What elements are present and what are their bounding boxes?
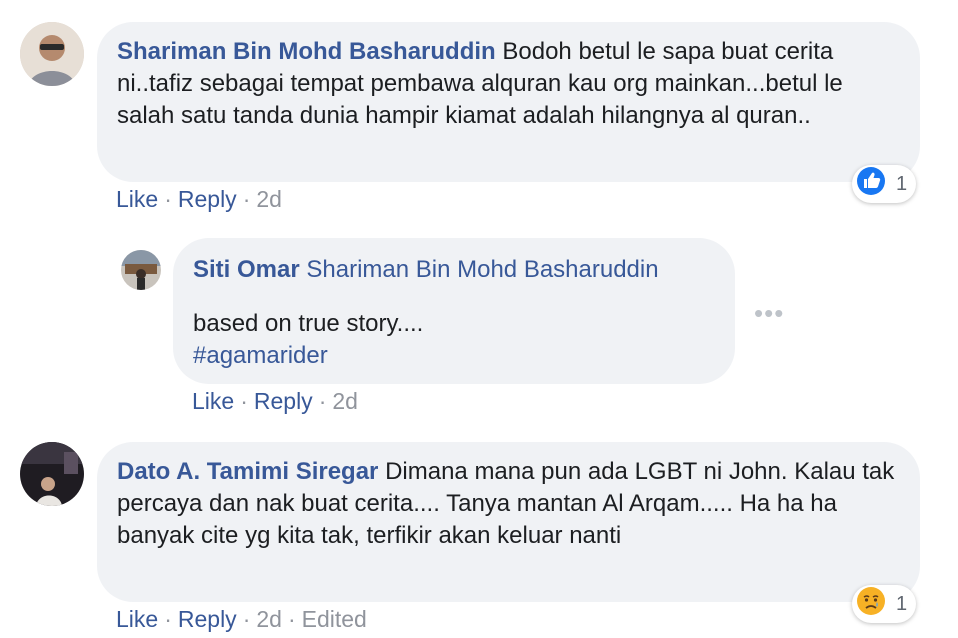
comment-author[interactable]: Shariman Bin Mohd Basharuddin (117, 38, 496, 65)
comment-author[interactable]: Dato A. Tamimi Siregar (117, 458, 378, 485)
sad-emoji-icon (856, 586, 886, 622)
reaction-summary[interactable]: 1 (852, 165, 916, 203)
mention-link[interactable]: Shariman Bin Mohd Basharuddin (306, 256, 658, 283)
comment-actions: Like · Reply · 2d (192, 388, 358, 414)
person-photo-icon (20, 22, 84, 86)
comment-text: based on true story.... (193, 310, 424, 337)
comment-bubble: Dato A. Tamimi Siregar Dimana mana pun a… (97, 442, 920, 602)
avatar[interactable] (20, 22, 84, 86)
edited-label[interactable]: Edited (302, 606, 367, 632)
like-link[interactable]: Like (116, 606, 158, 632)
avatar[interactable] (121, 250, 161, 290)
like-link[interactable]: Like (192, 388, 234, 414)
like-link[interactable]: Like (116, 186, 158, 212)
comment-timestamp[interactable]: 2d (332, 388, 358, 414)
comment-bubble: Siti Omar Shariman Bin Mohd Basharuddin … (173, 238, 735, 384)
reaction-count: 1 (896, 592, 908, 615)
hashtag-link[interactable]: #agamarider (193, 340, 715, 372)
more-options-icon[interactable]: ••• (754, 298, 784, 329)
comment-author[interactable]: Siti Omar (193, 256, 300, 283)
comment-bubble: Shariman Bin Mohd Basharuddin Bodoh betu… (97, 22, 920, 182)
person-photo-icon (20, 442, 84, 506)
comment-timestamp[interactable]: 2d (256, 186, 282, 212)
comment-actions: Like · Reply · 2d (116, 186, 282, 212)
avatar[interactable] (20, 442, 84, 506)
reply-link[interactable]: Reply (178, 606, 237, 632)
reaction-count: 1 (896, 172, 908, 195)
reaction-summary[interactable]: 1 (852, 585, 916, 623)
comment-timestamp[interactable]: 2d (256, 606, 282, 632)
reply-link[interactable]: Reply (178, 186, 237, 212)
reply-link[interactable]: Reply (254, 388, 313, 414)
person-photo-icon (121, 250, 161, 290)
like-icon (856, 166, 886, 202)
comment-actions: Like · Reply · 2d · Edited (116, 606, 367, 632)
